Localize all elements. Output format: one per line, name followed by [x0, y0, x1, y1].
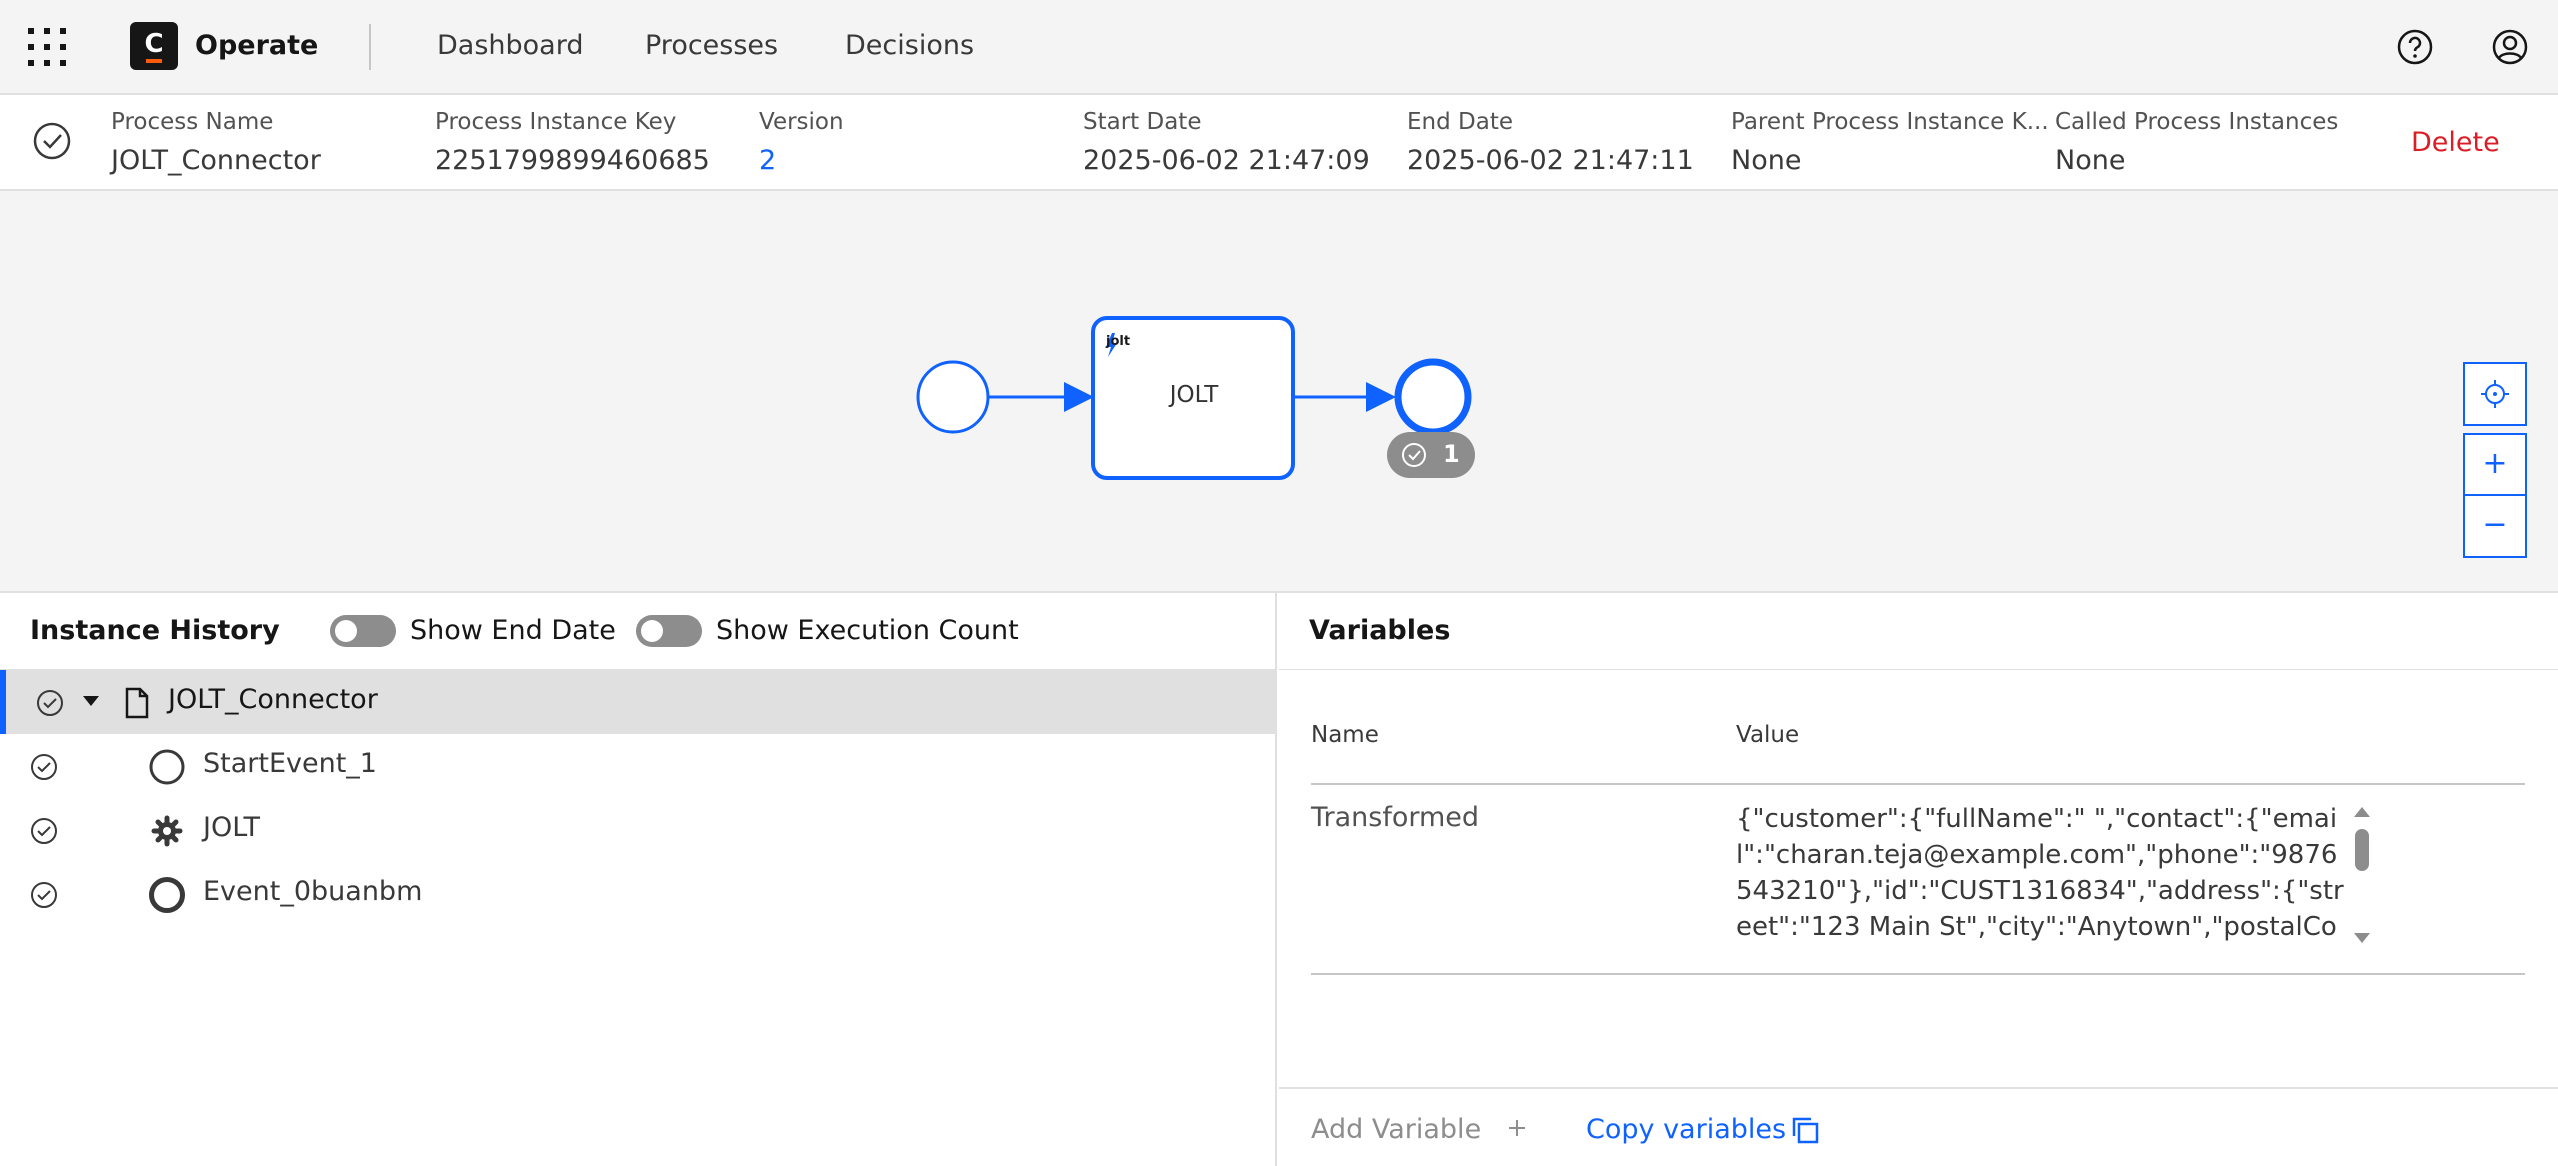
zoom-in-button[interactable]: + [2463, 433, 2527, 497]
nav-decisions[interactable]: Decisions [845, 30, 974, 61]
process-name-field: Process Name JOLT_Connector [111, 109, 411, 176]
parent-instance-value: None [1731, 145, 1802, 176]
user-avatar-icon[interactable] [2490, 27, 2530, 67]
end-date-value: 2025-06-02 21:47:11 [1407, 145, 1694, 176]
show-execution-count-toggle[interactable] [636, 615, 702, 647]
called-instances-field: Called Process Instances None [2055, 109, 2355, 176]
field-label: Process Instance Key [435, 109, 677, 135]
caret-down-icon[interactable] [82, 694, 100, 708]
completed-check-icon [31, 818, 57, 844]
field-label: Version [759, 109, 844, 135]
field-label: Process Name [111, 109, 274, 135]
instance-key-value: 2251799899460685 [435, 145, 710, 176]
field-label: End Date [1407, 109, 1513, 135]
version-link[interactable]: 2 [759, 145, 1059, 176]
zoom-out-button[interactable]: − [2463, 494, 2527, 558]
task-label: JOLT [1169, 382, 1219, 408]
field-label: Start Date [1083, 109, 1202, 135]
history-row-label: JOLT_Connector [168, 684, 378, 715]
history-row-label: StartEvent_1 [203, 748, 377, 779]
nav-dashboard[interactable]: Dashboard [437, 30, 583, 61]
delete-button[interactable]: Delete [2411, 127, 2500, 158]
app-name[interactable]: Operate [195, 30, 318, 61]
column-header-value: Value [1736, 722, 1800, 748]
table-header-rule [1311, 783, 2525, 785]
process-diagram: jolt JOLT 1 + − [0, 191, 2558, 593]
variables-panel: Variables Name Value Transformed {"custo… [1279, 593, 2558, 1166]
called-instances-value: None [2055, 145, 2126, 176]
variable-name: Transformed [1311, 802, 1480, 833]
gear-icon [151, 815, 183, 847]
start-event-shape[interactable] [916, 360, 990, 434]
instance-history-title: Instance History [30, 615, 280, 646]
completed-count-badge[interactable]: 1 [1387, 432, 1475, 478]
top-navigation-bar: C Operate Dashboard Processes Decisions [0, 0, 2558, 95]
history-row-end-event[interactable]: Event_0buanbm [0, 862, 1277, 926]
column-header-name: Name [1311, 722, 1379, 748]
footer-divider [1279, 1087, 2558, 1089]
history-row-label: JOLT [203, 812, 261, 843]
check-circle-icon [1402, 443, 1426, 467]
header-divider [369, 24, 371, 70]
copy-icon[interactable] [1790, 1115, 1820, 1145]
table-row-rule [1311, 973, 2525, 975]
end-date-field: End Date 2025-06-02 21:47:11 [1407, 109, 1707, 176]
field-label: Called Process Instances [2055, 109, 2339, 135]
nav-processes[interactable]: Processes [645, 30, 778, 61]
badge-count: 1 [1443, 440, 1460, 468]
history-row-process[interactable]: JOLT_Connector [0, 670, 1277, 734]
parent-instance-field: Parent Process Instance K... None [1731, 109, 2051, 176]
start-date-field: Start Date 2025-06-02 21:47:09 [1083, 109, 1383, 176]
help-icon[interactable] [2395, 27, 2435, 67]
completed-check-icon [31, 882, 57, 908]
value-scrollbar[interactable] [2351, 805, 2373, 945]
add-variable-label: Add Variable [1311, 1114, 1482, 1145]
history-row-service-task[interactable]: JOLT [0, 798, 1277, 862]
copy-variables-button[interactable]: Copy variables [1586, 1114, 1786, 1145]
crosshair-icon [2481, 380, 2509, 408]
history-row-start-event[interactable]: StartEvent_1 [0, 734, 1277, 798]
divider [1279, 669, 2558, 670]
show-end-date-label[interactable]: Show End Date [410, 615, 616, 646]
instance-header: Process Name JOLT_Connector Process Inst… [0, 95, 2558, 191]
show-end-date-toggle[interactable] [330, 615, 396, 647]
plus-icon [1508, 1120, 1525, 1136]
variables-title: Variables [1309, 615, 1451, 646]
camunda-logo[interactable]: C [130, 22, 178, 70]
end-event-shape[interactable] [1394, 358, 1472, 436]
variable-value[interactable]: {"customer":{"fullName":" ","contact":{"… [1736, 801, 2344, 951]
start-date-value: 2025-06-02 21:47:09 [1083, 145, 1370, 176]
version-field: Version 2 [759, 109, 1059, 176]
show-execution-count-label[interactable]: Show Execution Count [716, 615, 1019, 646]
completed-state-icon [33, 122, 71, 160]
completed-check-icon [31, 754, 57, 780]
end-event-icon [149, 877, 185, 913]
instance-key-field: Process Instance Key 2251799899460685 [435, 109, 735, 176]
document-icon [125, 687, 149, 719]
add-variable-button[interactable]: Add Variable [1311, 1114, 1528, 1145]
history-row-label: Event_0buanbm [203, 876, 423, 907]
start-event-icon [149, 749, 185, 785]
app-switcher-icon[interactable] [28, 28, 66, 66]
jolt-connector-icon: jolt [1106, 334, 1131, 349]
instance-history-panel: Instance History Show End Date Show Exec… [0, 593, 1277, 1166]
field-label: Parent Process Instance K... [1731, 109, 2049, 135]
process-name-value: JOLT_Connector [111, 145, 321, 176]
completed-check-icon [37, 690, 63, 716]
reset-diagram-button[interactable] [2463, 362, 2527, 426]
